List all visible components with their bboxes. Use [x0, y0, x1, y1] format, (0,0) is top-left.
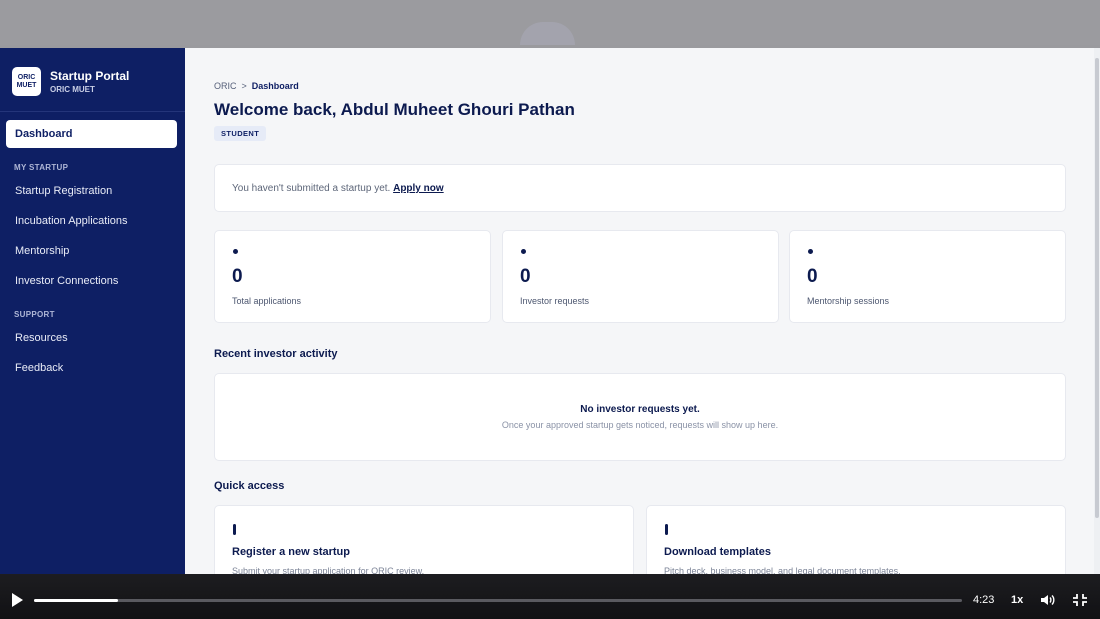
role-badge: STUDENT [214, 126, 267, 141]
stat-card-mentorship-sessions: 0 Mentorship sessions [789, 230, 1066, 323]
bar-icon [665, 524, 668, 535]
sidebar-item-incubation-applications[interactable]: Incubation Applications [15, 215, 128, 227]
stat-value: 0 [520, 266, 531, 287]
sidebar: ORIC MUET Startup Portal ORIC MUET Dashb… [0, 48, 185, 574]
startup-notice: You haven't submitted a startup yet. App… [214, 164, 1066, 212]
bar-icon [233, 524, 236, 535]
breadcrumb-current: Dashboard [251, 81, 299, 91]
stat-card-investor-requests: 0 Investor requests [502, 230, 779, 323]
quick-access-title: Download templates [664, 546, 771, 558]
section-support: SUPPORT [14, 310, 55, 319]
app-subtitle: ORIC MUET [50, 85, 95, 94]
progress-fill [34, 599, 118, 602]
section-my-startup: MY STARTUP [14, 163, 69, 172]
sidebar-item-startup-registration[interactable]: Startup Registration [15, 185, 112, 197]
scrollbar[interactable] [1094, 48, 1100, 574]
browser-top-area [0, 0, 1100, 45]
time-display: 4:23 [973, 594, 995, 606]
stat-value: 0 [807, 266, 818, 287]
empty-state-description: Once your approved startup gets noticed,… [501, 420, 779, 430]
quick-access-heading: Quick access [214, 480, 285, 492]
sidebar-item-resources[interactable]: Resources [15, 332, 68, 344]
quick-access-title: Register a new startup [232, 546, 350, 558]
blurred-shape [520, 22, 575, 45]
exit-fullscreen-icon[interactable] [1072, 593, 1088, 607]
video-player-controls: 4:23 1x [0, 574, 1100, 619]
dot-icon [233, 249, 238, 254]
sidebar-item-mentorship[interactable]: Mentorship [15, 245, 69, 257]
oric-logo-icon: ORIC MUET [12, 67, 41, 96]
breadcrumb-root[interactable]: ORIC [214, 81, 237, 91]
sidebar-item-feedback[interactable]: Feedback [15, 362, 63, 374]
page-title: Welcome back, Abdul Muheet Ghouri Pathan [214, 100, 575, 119]
sidebar-item-dashboard[interactable]: Dashboard [6, 120, 177, 148]
volume-icon[interactable] [1040, 593, 1056, 607]
breadcrumb: ORIC > Dashboard [214, 81, 299, 91]
app-window: ORIC MUET Startup Portal ORIC MUET Dashb… [0, 48, 1100, 585]
stat-card-total-applications: 0 Total applications [214, 230, 491, 323]
logo-text-bottom: MUET [16, 81, 37, 89]
play-icon[interactable] [12, 593, 23, 607]
sidebar-divider [0, 111, 185, 112]
quick-access-register-startup[interactable]: Register a new startup Submit your start… [214, 505, 634, 585]
breadcrumb-separator: > [241, 81, 247, 91]
logo-text-top: ORIC [17, 73, 36, 81]
stat-value: 0 [232, 266, 243, 287]
stat-label: Total applications [232, 296, 302, 306]
playback-speed-button[interactable]: 1x [1011, 594, 1023, 606]
brand[interactable]: ORIC MUET Startup Portal ORIC MUET [12, 67, 129, 96]
recent-activity-panel: No investor requests yet. Once your appr… [214, 373, 1066, 461]
notice-text: You haven't submitted a startup yet. [232, 183, 391, 194]
scrollbar-thumb[interactable] [1095, 58, 1099, 518]
stat-label: Mentorship sessions [807, 296, 890, 306]
apply-now-link[interactable]: Apply now [393, 183, 444, 194]
stat-label: Investor requests [520, 296, 590, 306]
dot-icon [521, 249, 526, 254]
app-title: Startup Portal [50, 69, 130, 83]
quick-access-download-templates[interactable]: Download templates Pitch deck, business … [646, 505, 1066, 585]
recent-activity-heading: Recent investor activity [214, 348, 338, 360]
dot-icon [808, 249, 813, 254]
empty-state-title: No investor requests yet. [580, 404, 700, 415]
main-content: ORIC > Dashboard Welcome back, Abdul Muhee… [185, 48, 1100, 585]
progress-bar[interactable] [34, 599, 962, 602]
sidebar-item-investor-connections[interactable]: Investor Connections [15, 275, 118, 287]
